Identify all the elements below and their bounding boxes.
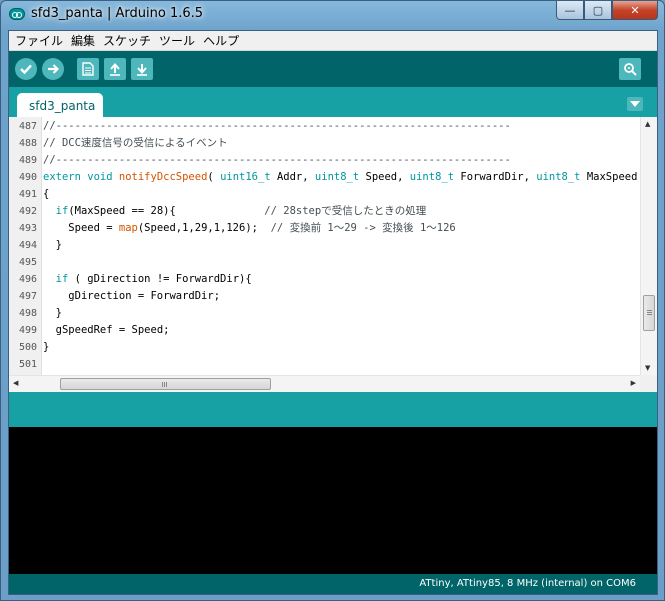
serial-monitor-icon xyxy=(624,63,637,76)
code-line[interactable]: { xyxy=(43,186,49,203)
message-area xyxy=(9,392,657,427)
grip-icon xyxy=(162,382,163,387)
line-number: 500 xyxy=(18,342,37,353)
menu-file[interactable]: ファイル xyxy=(11,32,67,49)
line-number: 499 xyxy=(18,325,37,336)
code-area[interactable]: //--------------------------------------… xyxy=(43,117,640,375)
board-status: ATtiny, ATtiny85, 8 MHz (internal) on CO… xyxy=(9,574,657,594)
code-line[interactable]: } xyxy=(43,339,49,356)
line-number: 492 xyxy=(18,206,37,217)
menu-sketch[interactable]: スケッチ xyxy=(99,32,155,49)
app-window: sfd3_panta | Arduino 1.6.5 — ▢ ✕ ファイル 編集… xyxy=(0,0,665,601)
arduino-logo-icon xyxy=(9,8,25,20)
line-number: 498 xyxy=(18,308,37,319)
line-number: 495 xyxy=(18,257,37,268)
tab-menu-button[interactable] xyxy=(627,97,643,111)
vertical-scroll-thumb[interactable] xyxy=(643,295,655,331)
open-icon xyxy=(110,62,120,76)
code-line[interactable]: //--------------------------------------… xyxy=(43,152,511,169)
line-number: 501 xyxy=(18,359,37,370)
scroll-corner xyxy=(640,375,657,392)
code-line[interactable]: if(MaxSpeed == 28){ // 28stepで受信したときの処理 xyxy=(43,203,427,220)
open-button[interactable] xyxy=(104,58,126,80)
code-line[interactable]: if ( gDirection != ForwardDir){ xyxy=(43,271,252,288)
menu-help[interactable]: ヘルプ xyxy=(199,32,243,49)
new-icon xyxy=(82,62,94,76)
close-button[interactable]: ✕ xyxy=(612,1,658,20)
scroll-left-icon[interactable]: ◀ xyxy=(13,379,18,387)
line-number: 489 xyxy=(18,155,37,166)
code-line[interactable]: Speed = map(Speed,1,29,1,126); // 変換前 1～… xyxy=(43,220,455,237)
scroll-down-icon[interactable]: ▼ xyxy=(645,364,650,372)
code-line[interactable]: gDirection = ForwardDir; xyxy=(43,288,220,305)
title-bar[interactable]: sfd3_panta | Arduino 1.6.5 — ▢ ✕ xyxy=(1,1,664,29)
code-line[interactable]: extern void notifyDccSpeed( uint16_t Add… xyxy=(43,169,640,186)
serial-monitor-button[interactable] xyxy=(619,58,641,80)
horizontal-scroll-thumb[interactable] xyxy=(60,378,271,390)
code-line[interactable]: gSpeedRef = Speed; xyxy=(43,322,170,339)
toolbar xyxy=(9,51,657,87)
save-button[interactable] xyxy=(131,58,153,80)
code-line[interactable]: // DCC速度信号の受信によるイベント xyxy=(43,135,228,152)
line-number: 490 xyxy=(18,172,37,183)
line-number: 493 xyxy=(18,223,37,234)
window-title: sfd3_panta | Arduino 1.6.5 xyxy=(31,6,204,21)
line-number: 497 xyxy=(18,291,37,302)
menu-edit[interactable]: 編集 xyxy=(67,32,99,49)
grip-icon xyxy=(647,310,652,311)
line-number: 488 xyxy=(18,138,37,149)
horizontal-scrollbar[interactable]: ◀ ▶ xyxy=(9,375,640,392)
tab-sfd3-panta[interactable]: sfd3_panta xyxy=(17,93,103,117)
maximize-button[interactable]: ▢ xyxy=(584,1,612,20)
upload-icon xyxy=(48,64,60,74)
code-line[interactable]: //--------------------------------------… xyxy=(43,118,511,135)
line-number: 496 xyxy=(18,274,37,285)
minimize-button[interactable]: — xyxy=(556,1,584,20)
upload-button[interactable] xyxy=(42,58,64,80)
verify-icon xyxy=(20,64,32,75)
line-number: 494 xyxy=(18,240,37,251)
chevron-down-icon xyxy=(630,101,640,107)
menu-bar: ファイル 編集 スケッチ ツール ヘルプ xyxy=(9,31,657,51)
console-output[interactable] xyxy=(9,427,657,574)
line-number: 491 xyxy=(18,189,37,200)
code-line[interactable]: } xyxy=(43,237,62,254)
code-line[interactable]: } xyxy=(43,305,62,322)
vertical-scrollbar[interactable]: ▲ ▼ xyxy=(640,117,657,375)
tab-bar: sfd3_panta xyxy=(9,87,657,117)
new-button[interactable] xyxy=(77,58,99,80)
window-controls: — ▢ ✕ xyxy=(556,1,658,21)
scroll-up-icon[interactable]: ▲ xyxy=(645,120,650,128)
client-area: ファイル 編集 スケッチ ツール ヘルプ sfd3_panta 487 488 … xyxy=(8,30,658,595)
verify-button[interactable] xyxy=(15,58,37,80)
code-editor[interactable]: 487 488 489 490 491 492 493 494 495 496 497 498 499 5… xyxy=(9,117,657,392)
scroll-right-icon[interactable]: ▶ xyxy=(631,379,636,387)
menu-tools[interactable]: ツール xyxy=(155,32,199,49)
save-icon xyxy=(137,64,147,76)
line-number: 487 xyxy=(18,121,37,132)
